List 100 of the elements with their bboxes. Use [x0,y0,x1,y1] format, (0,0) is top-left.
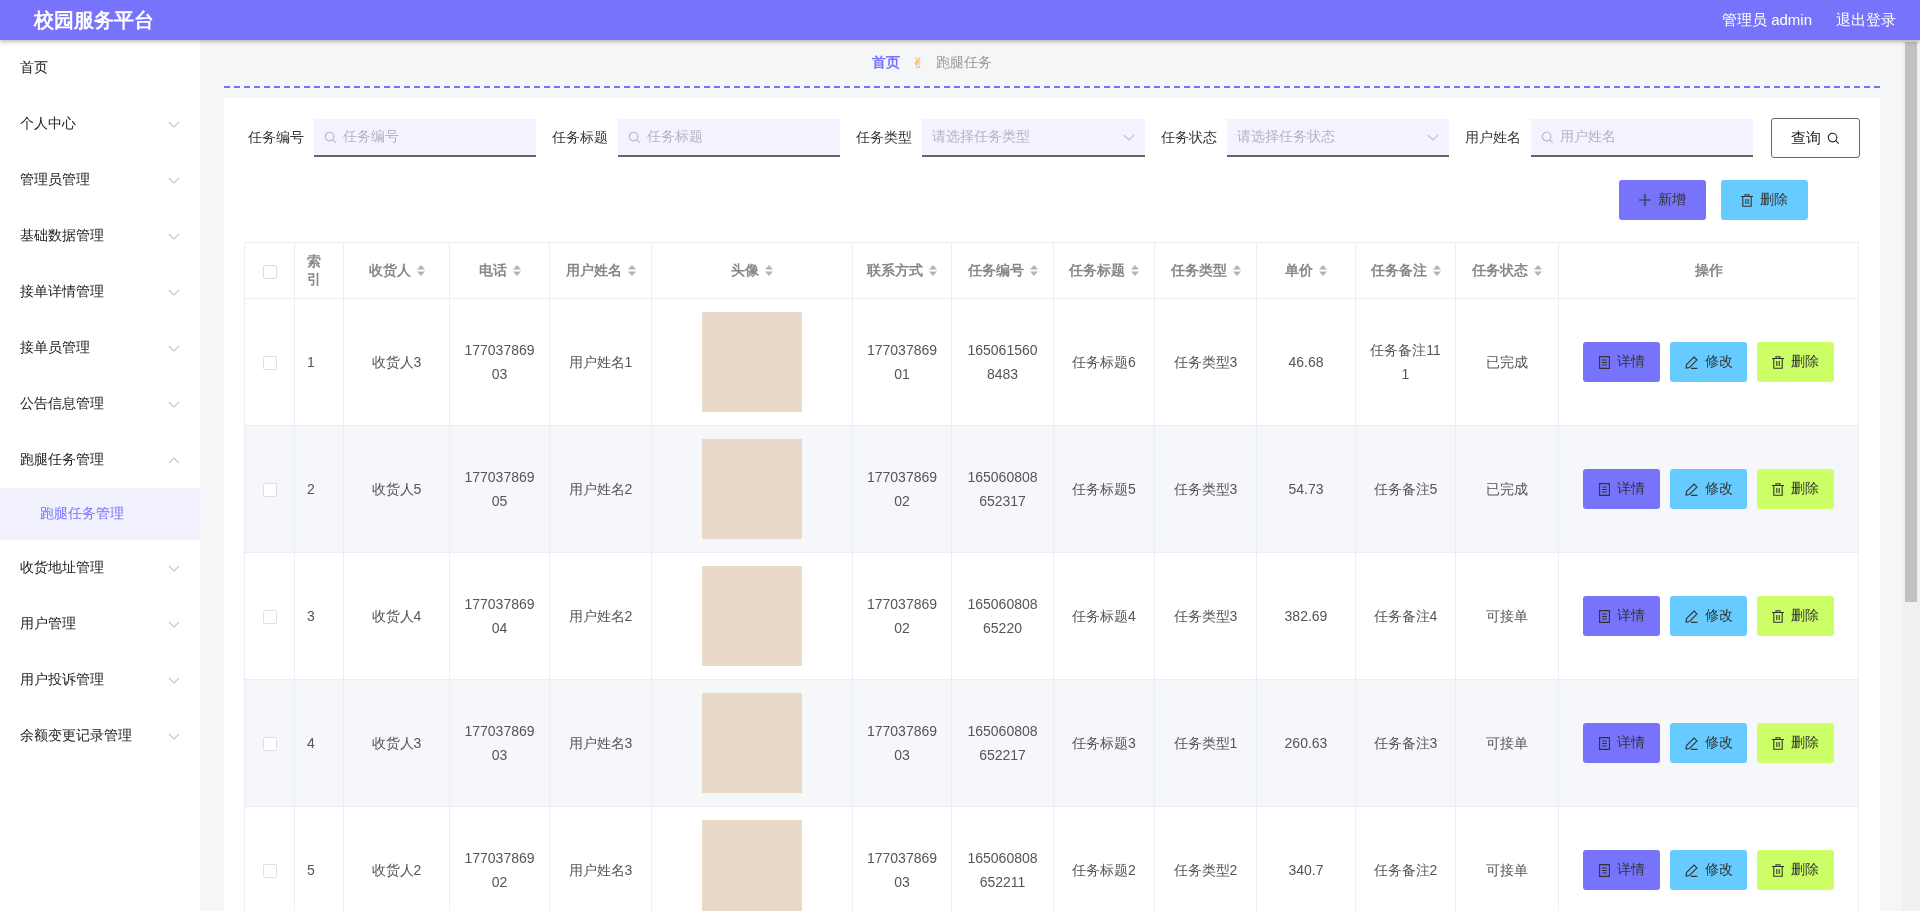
delete-button[interactable]: 删除 [1757,469,1834,509]
table-cell: 用户姓名3 [568,862,633,878]
table-cell: 收货人2 [371,862,422,878]
chevron-down-icon [168,232,180,240]
sort-icon [1029,265,1038,276]
sidebar-menu-item[interactable]: 管理员管理 [0,152,200,208]
table-cell: 17703786902 [464,850,535,890]
table-cell: 任务备注4 [1373,608,1438,624]
trash-icon [1741,193,1753,207]
chevron-down-icon [168,344,180,352]
pencil-icon [1684,736,1698,750]
table-cell: 任务标题5 [1072,481,1136,497]
row-checkbox[interactable] [262,483,277,498]
table-cell: 340.7 [1288,862,1324,878]
edit-button[interactable]: 修改 [1670,850,1747,890]
sidebar-menu-item[interactable]: 用户投诉管理 [0,652,200,708]
delete-button[interactable]: 删除 [1757,850,1834,890]
filter-label: 任务类型 [856,129,913,147]
table-cell: 382.69 [1284,608,1328,624]
table-cell: 用户姓名1 [568,354,633,370]
search-input-field[interactable]: 用户姓名 [1530,119,1753,157]
row-checkbox[interactable] [262,356,277,371]
edit-button[interactable]: 修改 [1670,342,1747,382]
table-cell: 收货人3 [371,354,422,370]
sidebar-menu-item[interactable]: 余额变更记录管理 [0,708,200,764]
delete-button[interactable]: 删除 [1721,180,1808,220]
row-checkbox[interactable] [262,864,277,879]
query-button[interactable]: 查询 [1770,118,1861,158]
sidebar-menu-item[interactable]: 跑腿任务管理 [0,432,200,488]
filter-label: 任务状态 [1160,129,1217,147]
document-icon [1598,355,1610,369]
table-cell: 已完成 [1486,481,1528,497]
table-cell: 已完成 [1486,354,1528,370]
table-cell: 17703786902 [866,596,938,636]
sidebar-menu-item[interactable]: 接单详情管理 [0,264,200,320]
app-title: 校园服务平台 [34,7,155,33]
table-cell: 任务类型3 [1173,481,1238,497]
delete-button[interactable]: 删除 [1757,596,1834,636]
table-cell: 可接单 [1486,608,1528,624]
sort-icon [1432,265,1441,276]
detail-button[interactable]: 详情 [1583,850,1660,890]
scrollbar[interactable] [1902,40,1920,911]
delete-button[interactable]: 删除 [1757,723,1834,763]
sidebar-submenu-item[interactable]: 跑腿任务管理 [0,488,200,540]
table-cell: 可接单 [1486,735,1528,751]
document-icon [1598,482,1610,496]
table-cell: 165060808652211 [967,850,1038,890]
detail-button[interactable]: 详情 [1583,342,1660,382]
column-header[interactable]: 收货人 [368,261,425,280]
sort-icon [929,265,937,276]
detail-button[interactable]: 详情 [1583,469,1660,509]
sidebar-menu-item[interactable]: 用户管理 [0,596,200,652]
table-cell: 260.63 [1284,735,1328,751]
delete-button[interactable]: 删除 [1757,342,1834,382]
chevron-down-icon [168,120,180,128]
column-header[interactable]: 头像 [731,261,773,280]
sidebar-menu-item[interactable]: 基础数据管理 [0,208,200,264]
detail-button[interactable]: 详情 [1583,596,1660,636]
breadcrumb-current: 跑腿任务 [935,54,992,72]
logout-link[interactable]: 退出登录 [1836,10,1896,30]
search-input-field[interactable]: 任务编号 [314,119,537,157]
trash-icon [1772,355,1784,369]
row-checkbox[interactable] [262,737,277,752]
edit-button[interactable]: 修改 [1670,469,1747,509]
sidebar-menu-item[interactable]: 首页 [0,40,200,96]
sidebar-menu-item[interactable]: 公告信息管理 [0,376,200,432]
table-cell: 用户姓名2 [568,608,633,624]
admin-user-label: 管理员 admin [1721,10,1812,30]
sort-icon [1319,265,1327,276]
sidebar-menu-item[interactable]: 收货地址管理 [0,540,200,596]
table-cell: 3 [307,608,315,624]
table-cell: 任务标题2 [1072,862,1136,878]
chevron-down-icon [1426,133,1439,141]
chevron-down-icon [168,288,180,296]
sidebar-menu-item[interactable]: 个人中心 [0,96,200,152]
table-cell: 165060808652317 [967,469,1038,509]
plus-icon [1639,194,1651,206]
row-checkbox[interactable] [262,610,277,625]
edit-button[interactable]: 修改 [1670,596,1747,636]
select-field[interactable]: 请选择任务状态 [1226,119,1449,157]
detail-button[interactable]: 详情 [1583,723,1660,763]
table-cell: 17703786903 [464,723,535,763]
table-cell: 165060808652217 [967,723,1038,763]
column-header[interactable]: 单价 [1285,261,1327,280]
column-header[interactable]: 电话 [478,261,521,280]
add-button[interactable]: 新增 [1619,180,1706,220]
table-cell: 17703786905 [464,469,535,509]
table-cell: 17703786904 [464,596,535,636]
table-cell: 收货人5 [371,481,422,497]
edit-button[interactable]: 修改 [1670,723,1747,763]
search-icon [628,130,642,144]
table-cell: 收货人4 [371,608,422,624]
select-all-checkbox[interactable] [262,264,277,279]
search-input-field[interactable]: 任务标题 [618,119,841,157]
breadcrumb-home-link[interactable]: 首页 [872,54,901,72]
chevron-up-icon [168,456,180,464]
trash-icon [1772,863,1784,877]
table-cell: 可接单 [1486,862,1528,878]
select-field[interactable]: 请选择任务类型 [922,119,1145,157]
sidebar-menu-item[interactable]: 接单员管理 [0,320,200,376]
